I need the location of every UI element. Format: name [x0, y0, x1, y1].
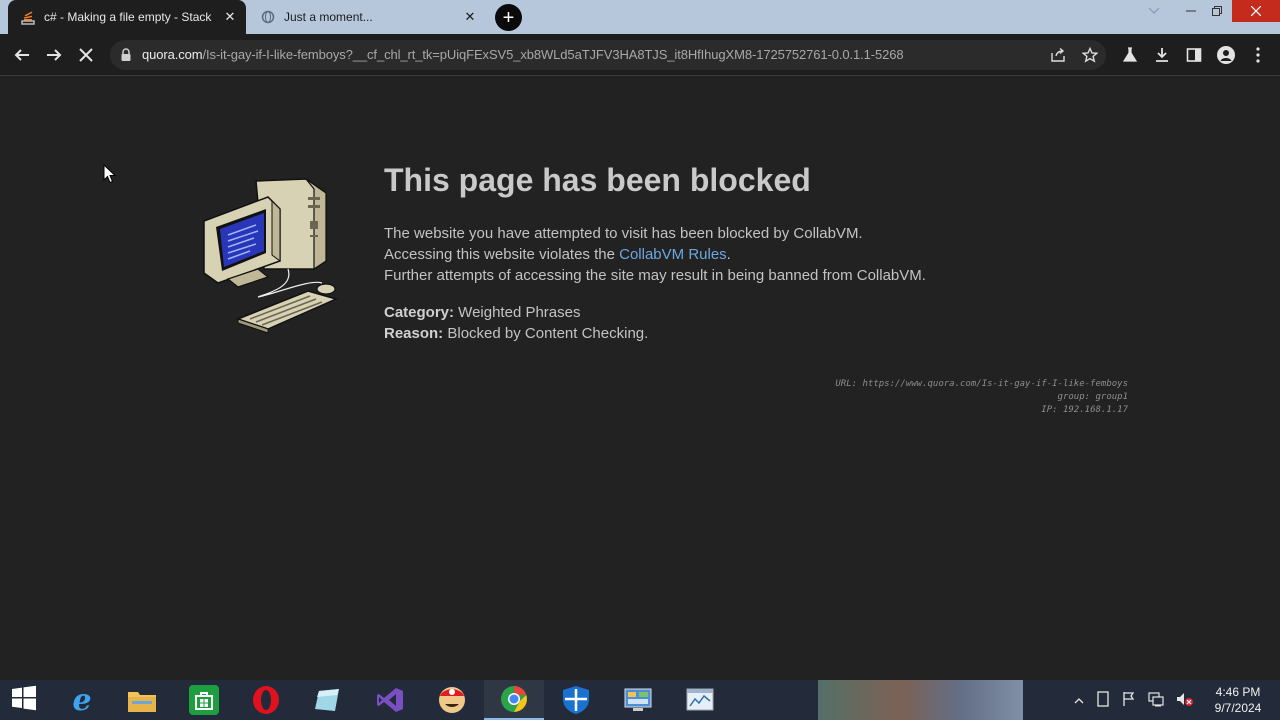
mario-icon — [437, 685, 467, 715]
windows-taskbar: e 4:46 PM 9/7/2024 — [0, 680, 1280, 720]
category-row: Category: Weighted Phrases — [384, 302, 648, 323]
technical-details: URL: https://www.quora.com/Is-it-gay-if-… — [835, 378, 1128, 417]
download-icon[interactable] — [1148, 41, 1176, 69]
tab-close-icon[interactable]: ✕ — [222, 9, 238, 25]
tray-overflow-chevron-icon[interactable] — [1074, 693, 1084, 707]
tab-stackoverflow[interactable]: c# - Making a file empty - Stack ✕ — [8, 0, 246, 34]
tab-strip: c# - Making a file empty - Stack ✕ Just … — [0, 0, 1280, 34]
minimize-button[interactable] — [1180, 0, 1202, 22]
taskbar-file-explorer[interactable] — [112, 680, 172, 720]
reason-row: Reason: Blocked by Content Checking. — [384, 323, 648, 344]
network-icon[interactable] — [1148, 691, 1164, 710]
category-value: Weighted Phrases — [454, 304, 581, 321]
desktop-peek-thumbnail — [818, 680, 1023, 720]
address-bar[interactable]: quora.com/Is-it-gay-if-I-like-femboys?__… — [110, 40, 1106, 70]
message-line-3: Further attempts of accessing the site m… — [384, 267, 926, 284]
stackoverflow-icon — [20, 9, 36, 25]
labs-flask-icon[interactable] — [1116, 41, 1144, 69]
message-text: . — [726, 246, 731, 263]
details-url-row: URL: https://www.quora.com/Is-it-gay-if-… — [835, 378, 1128, 391]
details-ip: IP: 192.168.1.17 — [1041, 405, 1128, 415]
share-icon[interactable] — [1048, 45, 1068, 65]
tab-title: Just a moment... — [284, 10, 373, 24]
blocked-page: This page has been blocked The website y… — [0, 77, 1280, 680]
category-label: Category: — [384, 304, 455, 321]
clock-date: 9/7/2024 — [1214, 701, 1262, 715]
new-tab-button[interactable]: + — [495, 4, 522, 31]
taskbar-opera[interactable] — [236, 680, 296, 720]
details-group: group: group1 — [1057, 392, 1128, 402]
browser-toolbar: quora.com/Is-it-gay-if-I-like-femboys?__… — [0, 34, 1280, 76]
ie-icon: e — [72, 682, 92, 718]
restore-button[interactable] — [1206, 0, 1228, 22]
volume-muted-icon[interactable] — [1176, 691, 1194, 710]
taskbar-app-launcher[interactable] — [298, 680, 358, 720]
tab-search-chevron-icon[interactable] — [1144, 0, 1164, 22]
lock-icon[interactable] — [120, 48, 132, 62]
store-icon — [189, 685, 219, 715]
system-clock[interactable]: 4:46 PM 9/7/2024 — [1206, 684, 1270, 716]
taskbar-internet-explorer[interactable]: e — [52, 680, 112, 720]
taskbar-visual-studio[interactable] — [360, 680, 420, 720]
details-url-value: https://www.quora.com/Is-it-gay-if-I-lik… — [862, 379, 1128, 389]
taskbar-chrome[interactable] — [484, 680, 544, 720]
side-panel-icon[interactable] — [1180, 41, 1208, 69]
taskbar-mario-game[interactable] — [422, 680, 482, 720]
url-text[interactable]: quora.com/Is-it-gay-if-I-like-femboys?__… — [142, 47, 904, 62]
chrome-icon — [499, 684, 529, 714]
shield-icon — [561, 685, 591, 715]
stop-loading-icon[interactable] — [72, 41, 100, 69]
block-metadata: Category: Weighted Phrases Reason: Block… — [384, 302, 648, 344]
collabvm-rules-link[interactable]: CollabVM Rules — [619, 246, 727, 263]
mouse-pointer-icon — [103, 163, 117, 184]
page-title: This page has been blocked — [384, 162, 811, 198]
message-text: Accessing this website violates the — [384, 246, 620, 263]
taskbar-windows-store[interactable] — [174, 680, 234, 720]
control-panel-icon — [623, 685, 653, 715]
tab-just-a-moment[interactable]: Just a moment... ✕ — [248, 0, 486, 34]
message-line-2: Accessing this website violates the Coll… — [384, 244, 926, 265]
forward-arrow-icon[interactable] — [40, 41, 68, 69]
folder-icon — [127, 685, 157, 715]
tablet-mode-icon[interactable] — [1096, 690, 1110, 710]
message-line-1: The website you have attempted to visit … — [384, 225, 863, 242]
start-button[interactable] — [0, 680, 48, 720]
taskbar-windows-defender[interactable] — [546, 680, 606, 720]
windows-logo-icon — [11, 685, 37, 716]
retro-computer-illustration — [198, 169, 339, 337]
profile-avatar-icon[interactable] — [1212, 41, 1240, 69]
close-window-button[interactable] — [1232, 0, 1280, 22]
chart-window-icon — [685, 685, 715, 715]
block-message: The website you have attempted to visit … — [384, 223, 926, 286]
loading-globe-icon — [260, 9, 276, 25]
clock-time: 4:46 PM — [1215, 685, 1261, 699]
details-url-label: URL: — [835, 379, 863, 389]
system-tray — [1074, 680, 1194, 720]
visual-studio-icon — [375, 685, 405, 715]
action-center-flag-icon[interactable] — [1122, 691, 1136, 710]
bookmark-star-icon[interactable] — [1080, 45, 1100, 65]
url-host: quora.com — [142, 47, 203, 62]
tab-title: c# - Making a file empty - Stack — [44, 10, 212, 24]
reason-value: Blocked by Content Checking. — [443, 325, 649, 342]
blue-box-icon — [313, 685, 343, 715]
tab-close-icon[interactable]: ✕ — [462, 9, 478, 25]
menu-kebab-icon[interactable] — [1244, 41, 1272, 69]
opera-icon — [251, 685, 281, 715]
reason-label: Reason: — [384, 325, 444, 342]
taskbar-task-manager[interactable] — [670, 680, 730, 720]
taskbar-control-panel[interactable] — [608, 680, 668, 720]
back-arrow-icon[interactable] — [8, 41, 36, 69]
url-path: /Is-it-gay-if-I-like-femboys?__cf_chl_rt… — [202, 47, 904, 62]
